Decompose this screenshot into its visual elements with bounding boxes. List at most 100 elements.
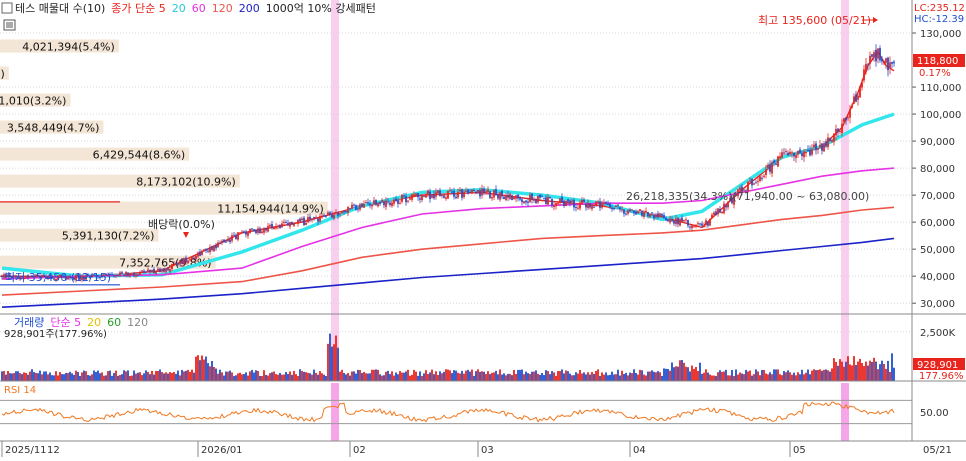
candle-body-145 — [291, 221, 293, 225]
volume-bar-393 — [787, 370, 789, 381]
volume-bar-403 — [807, 369, 809, 381]
candle-body-428 — [857, 95, 859, 100]
candle-body-152 — [305, 222, 307, 225]
candle-body-114 — [229, 239, 231, 242]
volume-bar-268 — [537, 373, 539, 381]
volume-bar-168 — [337, 347, 339, 381]
candle-body-129 — [259, 228, 261, 234]
candle-body-181 — [363, 203, 365, 208]
candle-body-267 — [535, 199, 537, 204]
volume-bar-165 — [331, 346, 333, 381]
volume-bar-247 — [495, 370, 497, 381]
volume-bar-130 — [261, 375, 263, 381]
volume-bar-279 — [559, 371, 561, 381]
volume-bar-88 — [177, 370, 179, 381]
volume-bar-426 — [853, 356, 855, 381]
candle-body-241 — [483, 188, 485, 194]
dividend-annotation: 배당락(0.0%) — [148, 218, 215, 231]
candle-body-60 — [121, 272, 123, 274]
volume-bar-152 — [305, 372, 307, 381]
candle-body-99 — [199, 251, 201, 256]
candle-body-104 — [209, 246, 211, 253]
volume-bar-125 — [251, 369, 253, 381]
x-tick-label-4: 03 — [481, 445, 494, 456]
volume-bar-182 — [365, 373, 367, 381]
candle-body-211 — [423, 195, 425, 197]
volume-bar-273 — [547, 371, 549, 381]
volume-bar-212 — [425, 370, 427, 381]
volume-bar-15 — [31, 369, 33, 381]
candle-body-188 — [377, 202, 379, 207]
volume-bar-394 — [789, 372, 791, 381]
volume-bar-258 — [517, 369, 519, 381]
volume-bar-401 — [803, 374, 805, 381]
volume-bar-47 — [95, 372, 97, 381]
candle-body-300 — [601, 202, 603, 208]
rsi-legend[interactable]: RSI 14 — [4, 385, 36, 396]
candle-body-174 — [349, 208, 351, 210]
volume-legend[interactable]: 거래량 단순 5 20 60 120 — [14, 316, 148, 329]
candle-body-73 — [147, 269, 149, 272]
candle-body-292 — [585, 203, 587, 208]
x-tick-label-7: 05/21 — [923, 445, 952, 456]
candle-body-444 — [889, 62, 891, 68]
volume-bar-244 — [489, 374, 491, 381]
candle-body-90 — [181, 259, 183, 264]
y-tick-label-6: 90,000 — [920, 137, 955, 148]
volume-bar-174 — [349, 375, 351, 381]
candle-body-213 — [427, 190, 429, 194]
volume-legend-item-1: 단순 5 — [50, 316, 81, 329]
volume-bar-87 — [175, 373, 177, 381]
volume-bar-432 — [865, 361, 867, 381]
candle-body-205 — [411, 194, 413, 200]
candle-body-88 — [177, 263, 179, 265]
candle-body-279 — [559, 198, 561, 203]
volume-bar-285 — [571, 375, 573, 381]
volume-bar-43 — [87, 375, 89, 381]
candle-body-441 — [883, 60, 885, 64]
candle-body-82 — [165, 269, 167, 272]
candle-body-67 — [135, 274, 137, 277]
volume-bar-107 — [215, 368, 217, 381]
volume-bar-326 — [653, 371, 655, 381]
volume-bar-346 — [693, 368, 695, 381]
volume-bar-350 — [701, 373, 703, 381]
volume-bar-110 — [221, 372, 223, 381]
candle-body-196 — [393, 199, 395, 204]
volume-bar-149 — [299, 369, 301, 381]
volume-bar-366 — [733, 375, 735, 381]
volume-bar-339 — [679, 360, 681, 381]
volume-bar-164 — [329, 333, 331, 381]
candle-body-87 — [175, 263, 177, 265]
candle-body-392 — [785, 151, 787, 153]
candle-body-271 — [543, 198, 545, 200]
volume-bar-33 — [67, 373, 69, 381]
candle-body-296 — [593, 206, 595, 208]
candle-body-425 — [851, 105, 853, 108]
volume-bar-58 — [117, 375, 119, 381]
menu-toggle-box[interactable] — [1, 2, 13, 14]
candle-body-264 — [529, 194, 531, 203]
volume-bar-21 — [43, 371, 45, 381]
candle-body-259 — [519, 198, 521, 200]
chart-canvas[interactable]: 4,021,394(5.4%) 293,511(0.4%) 2,431,010(3.… — [0, 0, 966, 457]
volume-bar-138 — [277, 374, 279, 381]
candle-body-321 — [643, 211, 645, 217]
price-legend[interactable]: 테스 매물대 수(10) 종가 단순 5 20 60 120 200 1000억 10% 강… — [15, 2, 376, 15]
volume-bar-354 — [709, 374, 711, 381]
candle-body-253 — [507, 194, 509, 198]
volume-bar-201 — [403, 372, 405, 381]
volume-bar-183 — [367, 373, 369, 381]
candle-body-234 — [469, 191, 471, 193]
x-tick-label-5: 04 — [633, 445, 646, 456]
list-icon[interactable] — [3, 19, 16, 31]
candle-body-117 — [235, 234, 237, 240]
candle-body-151 — [303, 217, 305, 226]
candle-body-290 — [581, 199, 583, 204]
candle-body-246 — [493, 190, 495, 198]
volume-bar-132 — [265, 374, 267, 381]
low-annotation: 최저 35,450 (12/15) — [5, 271, 111, 284]
volume-bar-173 — [347, 373, 349, 381]
candle-body-275 — [551, 198, 553, 206]
candle-body-64 — [129, 273, 131, 277]
